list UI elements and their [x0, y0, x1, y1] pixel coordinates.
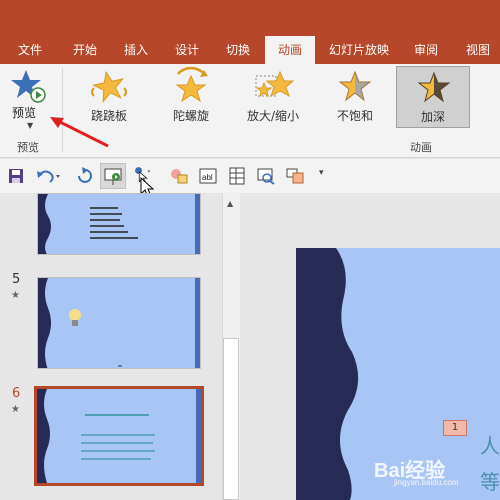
scrollbar-thumb[interactable] — [223, 338, 239, 500]
quick-access-toolbar: abl ▾ — [0, 159, 500, 198]
textbox-icon[interactable]: abl — [199, 167, 217, 185]
tab-animations[interactable]: 动画 — [265, 36, 315, 64]
wave-decoration — [38, 194, 138, 254]
animation-star-icon: ★ — [11, 404, 20, 415]
slide-thumbnail[interactable] — [37, 193, 201, 255]
preview-group-label: 预览 — [17, 141, 39, 154]
animation-spin[interactable]: 陀螺旋 — [154, 66, 228, 128]
wave-decoration — [37, 389, 155, 483]
customize-icon[interactable]: ▾ — [319, 168, 324, 186]
animation-label: 不饱和 — [336, 109, 373, 123]
tab-view[interactable]: 视图 — [460, 36, 496, 64]
tab-slideshow[interactable]: 幻灯片放映 — [322, 36, 396, 64]
preview-label: 预览 — [12, 106, 37, 120]
wave-decoration — [38, 278, 122, 368]
slide-thumbnail[interactable] — [37, 277, 201, 369]
svg-text:abl: abl — [202, 173, 213, 182]
animation-darken[interactable]: 加深 — [396, 66, 470, 128]
darken-star-icon — [417, 71, 451, 103]
from-start-button[interactable] — [100, 163, 126, 189]
scroll-up-icon[interactable]: ▲ — [227, 199, 233, 208]
baidu-watermark: Bai经验 jingyan.baidu.com — [370, 452, 500, 492]
ribbon-tabs: 文件 开始 插入 设计 切换 动画 幻灯片放映 审阅 视图 — [0, 36, 500, 64]
animation-grow-shrink[interactable]: 放大/缩小 — [236, 66, 310, 128]
watermark-url: jingyan.baidu.com — [394, 478, 459, 487]
tab-file[interactable]: 文件 — [12, 36, 48, 64]
desaturate-star-icon — [338, 70, 372, 102]
grow-shrink-star-icon — [255, 70, 295, 98]
find-icon[interactable] — [257, 167, 275, 185]
spin-star-icon — [175, 66, 208, 103]
slide-accent-bar — [195, 278, 200, 368]
slide-number: 6 — [12, 386, 21, 401]
ribbon: 预览 ▼ 预览 跷跷板 陀螺旋 放大/缩小 不饱和 加深 动画 — [0, 64, 500, 158]
annotation-arrow-icon — [50, 117, 109, 148]
from-start-icon — [104, 168, 122, 185]
slide-accent-bar — [196, 389, 201, 483]
seesaw-star-icon — [91, 70, 127, 104]
redo-icon[interactable] — [76, 167, 92, 185]
animation-desaturate[interactable]: 不饱和 — [318, 66, 392, 128]
slide-number: 5 — [12, 272, 21, 287]
animation-label: 加深 — [420, 110, 445, 124]
animation-order-tag[interactable]: 1 — [443, 420, 467, 436]
format-painter-icon[interactable] — [286, 167, 304, 185]
chevron-down-icon[interactable]: ▼ — [27, 121, 33, 130]
tab-design[interactable]: 设计 — [169, 36, 205, 64]
slide-accent-bar — [195, 194, 200, 254]
animation-label: 放大/缩小 — [246, 109, 300, 123]
star-play-icon — [11, 70, 46, 103]
powerpoint-window: 文件 开始 插入 设计 切换 动画 幻灯片放映 审阅 视图 预览 ▼ 预览 跷跷… — [0, 0, 500, 500]
animation-star-icon: ★ — [11, 290, 20, 301]
save-icon[interactable] — [8, 167, 24, 185]
table-icon[interactable] — [228, 167, 246, 185]
undo-icon[interactable] — [36, 167, 60, 185]
animation-label: 陀螺旋 — [172, 109, 209, 123]
shapes-icon[interactable] — [170, 167, 188, 185]
title-bar — [0, 0, 500, 36]
tab-insert[interactable]: 插入 — [118, 36, 154, 64]
tab-review[interactable]: 审阅 — [408, 36, 444, 64]
slide-thumbnail-selected[interactable] — [34, 386, 204, 486]
tab-home[interactable]: 开始 — [67, 36, 103, 64]
animation-group-label: 动画 — [410, 141, 432, 154]
tab-transitions[interactable]: 切换 — [220, 36, 256, 64]
